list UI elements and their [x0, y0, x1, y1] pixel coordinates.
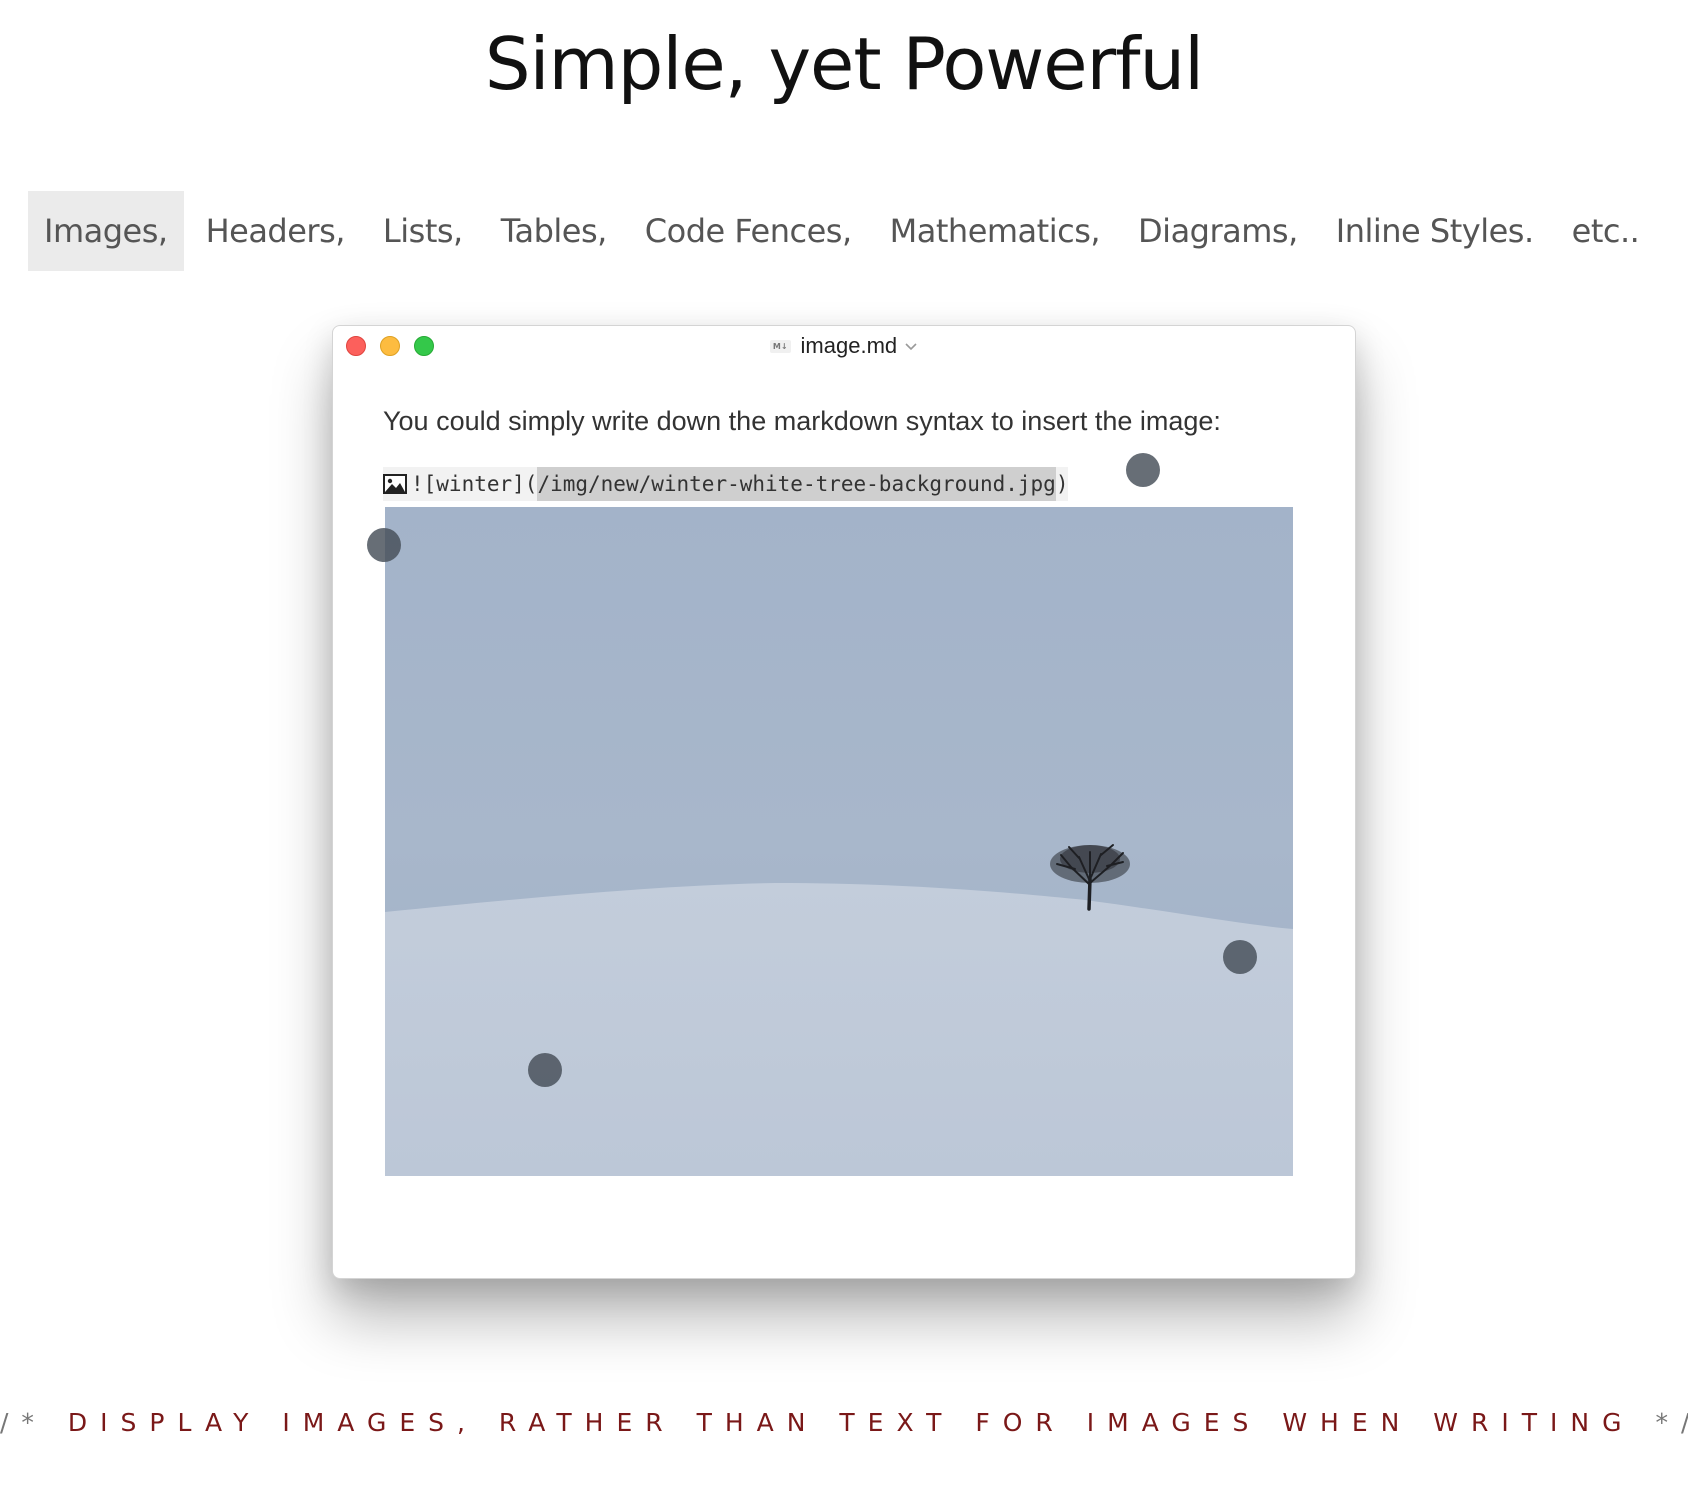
image-preview — [385, 507, 1293, 1176]
editor-window: M↓ image.md You could simply write down … — [332, 325, 1356, 1279]
tab-code-fences[interactable]: Code Fences, — [629, 191, 868, 271]
touch-indicator — [528, 1053, 562, 1087]
md-file-icon: M↓ — [769, 339, 791, 353]
caption-text: DISPLAY IMAGES, RATHER THAN TEXT FOR IMA… — [67, 1408, 1635, 1437]
window-title-group: M↓ image.md — [333, 326, 1355, 366]
caption-comment-open: /* — [0, 1408, 47, 1437]
caption-comment-close: */ — [1655, 1408, 1688, 1437]
window-titlebar[interactable]: M↓ image.md — [333, 326, 1355, 366]
tab-headers[interactable]: Headers, — [190, 191, 361, 271]
document-title[interactable]: image.md — [801, 333, 898, 359]
tab-lists[interactable]: Lists, — [367, 191, 479, 271]
code-suffix: ) — [1055, 472, 1069, 496]
tab-etc[interactable]: etc.. — [1556, 191, 1656, 271]
code-image-path[interactable]: /img/new/winter-white-tree-background.jp… — [537, 467, 1056, 501]
markdown-image-syntax[interactable]: ![winter](/img/new/winter-white-tree-bac… — [383, 467, 1069, 501]
footer-caption: /* DISPLAY IMAGES, RATHER THAN TEXT FOR … — [0, 1408, 1688, 1437]
tab-diagrams[interactable]: Diagrams, — [1122, 191, 1314, 271]
chevron-down-icon[interactable] — [904, 339, 918, 353]
image-icon — [383, 474, 407, 494]
tab-tables[interactable]: Tables, — [485, 191, 623, 271]
tab-images[interactable]: Images, — [28, 191, 184, 271]
feature-tabs: Images, Headers, Lists, Tables, Code Fen… — [28, 191, 1661, 271]
page-headline: Simple, yet Powerful — [484, 22, 1204, 106]
touch-indicator — [367, 528, 401, 562]
touch-indicator — [1126, 453, 1160, 487]
code-prefix: ![winter]( — [411, 472, 538, 496]
touch-indicator — [1223, 940, 1257, 974]
tab-mathematics[interactable]: Mathematics, — [874, 191, 1116, 271]
tab-inline-styles[interactable]: Inline Styles. — [1320, 191, 1550, 271]
editor-paragraph[interactable]: You could simply write down the markdown… — [383, 406, 1221, 437]
